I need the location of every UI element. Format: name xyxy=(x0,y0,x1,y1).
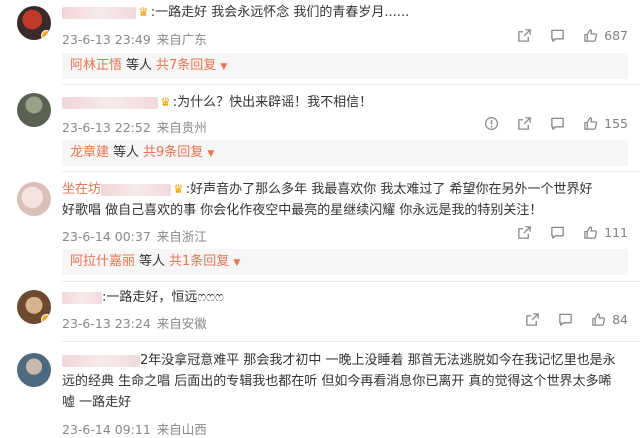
comment-date: 23-6-13 23:24 xyxy=(62,316,151,331)
like-button[interactable]: 111 xyxy=(583,225,628,240)
share-button[interactable] xyxy=(517,28,532,43)
username-blurred[interactable] xyxy=(62,291,102,304)
divider xyxy=(62,84,640,85)
comment-line: :一路走好，恒远ෆෆෆ xyxy=(62,288,224,308)
reply-count[interactable]: 共1条回复 xyxy=(169,254,229,269)
like-count: 155 xyxy=(604,116,628,131)
comment-actions: 111 xyxy=(499,225,628,240)
avatar[interactable] xyxy=(17,290,51,324)
reply-username[interactable]: 龙章建 xyxy=(70,145,109,160)
comment-icon xyxy=(550,28,565,43)
chevron-down-icon: ▼ xyxy=(233,258,241,268)
reply-count[interactable]: 共9条回复 xyxy=(143,145,203,160)
comment-text: :一路走好，恒远ෆෆෆ xyxy=(102,290,224,305)
comment-text: :为什么？快出来辟谣！我不相信！ xyxy=(172,95,373,110)
avatar[interactable] xyxy=(17,182,51,216)
share-button[interactable] xyxy=(525,312,540,327)
username[interactable]: 坐在坊 xyxy=(62,182,101,197)
share-icon xyxy=(525,312,540,327)
comment-date: 23-6-13 22:52 xyxy=(62,120,151,135)
reply-mid-text: 等人 xyxy=(126,58,153,73)
like-button[interactable]: 84 xyxy=(591,312,628,327)
share-button[interactable] xyxy=(517,116,532,131)
username-blurred[interactable] xyxy=(62,6,136,19)
reply-count[interactable]: 共7条回复 xyxy=(156,58,216,73)
thumbs-up-icon xyxy=(591,312,606,327)
comment-date: 23-6-14 09:11 xyxy=(62,422,151,437)
avatar[interactable] xyxy=(17,6,51,40)
comment-meta: 23-6-14 00:37 来自浙江 xyxy=(62,226,207,245)
comment-button[interactable] xyxy=(550,225,565,240)
comment-meta: 23-6-13 23:24 来自安徽 xyxy=(62,313,207,332)
thumbs-up-icon xyxy=(583,28,598,43)
comment-button[interactable] xyxy=(558,312,573,327)
like-button[interactable]: 155 xyxy=(583,116,628,131)
crown-icon: ♛ xyxy=(160,95,171,109)
username-blurred[interactable] xyxy=(101,183,172,196)
share-icon xyxy=(517,28,532,43)
comment-text-line: :好声音办了那么多年 我最喜欢你 我太难过了 希望你在另外一个世界好 xyxy=(185,182,593,197)
avatar[interactable] xyxy=(17,353,51,387)
comment-text-line: 远的经典 生命之唱 后面出的专辑我也都在听 但如今再看消息你已离开 真的觉得这个… xyxy=(62,374,612,389)
comment-text-block: 坐在坊 ♛:好声音办了那么多年 我最喜欢你 我太难过了 希望你在另外一个世界好 好… xyxy=(62,179,630,221)
comment-text-block: 2年没拿冠意难平 那会我才初中 一晚上没睡着 那首无法逃脱如今在我记忆里也是永 … xyxy=(62,350,630,413)
comment-location: 来自山西 xyxy=(156,422,207,437)
reply-summary[interactable]: 龙章建 等人 共9条回复 ▼ xyxy=(62,140,628,166)
comment-meta: 23-6-13 23:49 来自广东 xyxy=(62,29,207,48)
comment-location: 来自广东 xyxy=(156,32,207,47)
comment-actions: 687 xyxy=(499,28,628,43)
report-icon xyxy=(484,116,499,131)
comment-location: 来自浙江 xyxy=(156,229,207,244)
crown-icon: ♛ xyxy=(173,182,184,196)
verified-badge-icon xyxy=(41,314,51,324)
comment-button[interactable] xyxy=(550,116,565,131)
report-button[interactable] xyxy=(484,116,499,131)
comment-location: 来自安徽 xyxy=(156,316,207,331)
comment-line: ♛:为什么？快出来辟谣！我不相信！ xyxy=(62,92,372,113)
like-count: 111 xyxy=(604,225,628,240)
share-button[interactable] xyxy=(517,225,532,240)
like-count: 84 xyxy=(612,312,628,327)
reply-mid-text: 等人 xyxy=(139,254,166,269)
comment-line: ♛:一路走好 我会永远怀念 我们的青春岁月...... xyxy=(62,2,409,23)
reply-mid-text: 等人 xyxy=(113,145,140,160)
comment-location: 来自贵州 xyxy=(156,120,207,135)
thumbs-up-icon xyxy=(583,116,598,131)
reply-summary[interactable]: 阿拉什嘉丽 等人 共1条回复 ▼ xyxy=(62,249,628,275)
comment-meta: 23-6-13 22:52 来自贵州 xyxy=(62,117,207,136)
avatar[interactable] xyxy=(17,93,51,127)
thumbs-up-icon xyxy=(583,225,598,240)
comment-text-line: 2年没拿冠意难平 那会我才初中 一晚上没睡着 那首无法逃脱如今在我记忆里也是永 xyxy=(140,353,616,368)
reply-username[interactable]: 阿林正悟 xyxy=(70,58,122,73)
comment-text: :一路走好 我会永远怀念 我们的青春岁月...... xyxy=(150,5,410,20)
comment-icon xyxy=(550,116,565,131)
chevron-down-icon: ▼ xyxy=(207,149,215,159)
reply-summary[interactable]: 阿林正悟 等人 共7条回复 ▼ xyxy=(62,53,628,79)
username-blurred[interactable] xyxy=(62,354,140,367)
crown-icon: ♛ xyxy=(138,5,149,19)
comment-text-line: 嘘 一路走好 xyxy=(62,395,132,410)
comment-actions: 84 xyxy=(507,312,628,327)
like-count: 687 xyxy=(604,28,628,43)
divider xyxy=(62,341,640,342)
chevron-down-icon: ▼ xyxy=(220,62,228,72)
share-icon xyxy=(517,116,532,131)
share-icon xyxy=(517,225,532,240)
reply-username[interactable]: 阿拉什嘉丽 xyxy=(70,254,135,269)
verified-badge-icon xyxy=(41,30,51,40)
divider xyxy=(62,171,640,172)
comment-meta: 23-6-14 09:11 来自山西 xyxy=(62,419,207,438)
comment-date: 23-6-13 23:49 xyxy=(62,32,151,47)
comment-date: 23-6-14 00:37 xyxy=(62,229,151,244)
username-blurred[interactable] xyxy=(62,96,158,109)
comment-actions: 155 xyxy=(466,116,628,131)
comment-text-line: 好歌唱 做自己喜欢的事 你会化作夜空中最亮的星继续闪耀 你永远是我的特别关注！ xyxy=(62,203,543,218)
comment-icon xyxy=(550,225,565,240)
divider xyxy=(62,281,640,282)
comment-icon xyxy=(558,312,573,327)
like-button[interactable]: 687 xyxy=(583,28,628,43)
comment-button[interactable] xyxy=(550,28,565,43)
